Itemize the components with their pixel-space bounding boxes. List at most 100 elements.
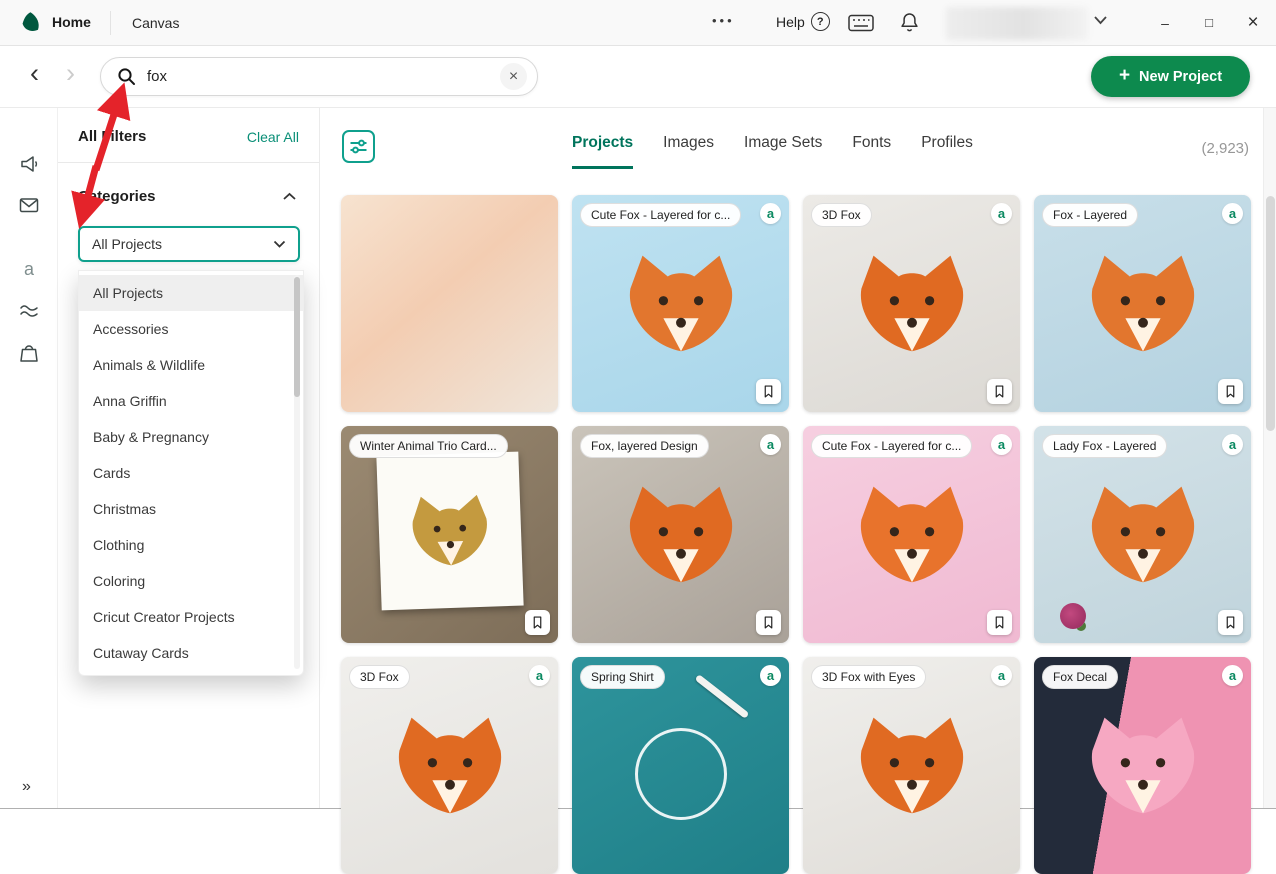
bookmark-button[interactable]: [1218, 610, 1243, 635]
maximize-button[interactable]: □: [1187, 0, 1231, 45]
fox-graphic: [846, 711, 978, 821]
more-menu-icon[interactable]: •••: [712, 13, 735, 28]
dropdown-option[interactable]: Christmas: [79, 491, 303, 527]
fox-graphic: [615, 249, 747, 359]
card-title-chip: 3D Fox: [349, 665, 410, 689]
canvas-tab[interactable]: Canvas: [132, 15, 179, 31]
cricut-access-badge: a: [1222, 665, 1243, 686]
bookmark-icon: [762, 384, 775, 399]
tab-images[interactable]: Images: [663, 134, 714, 169]
card-title-chip: Cute Fox - Layered for c...: [811, 434, 972, 458]
keyboard-icon[interactable]: [848, 14, 874, 32]
cricut-access-badge: a: [760, 665, 781, 686]
fox-graphic: [401, 489, 500, 572]
project-card[interactable]: Fox, layered Designa: [572, 426, 789, 643]
tab-image-sets[interactable]: Image Sets: [744, 134, 822, 169]
card-thumbnail: [341, 657, 558, 874]
dropdown-option[interactable]: Cards: [79, 455, 303, 491]
dropdown-option[interactable]: All Projects: [79, 275, 303, 311]
new-project-button[interactable]: + New Project: [1091, 56, 1250, 97]
dropdown-scrollbar-thumb[interactable]: [294, 277, 300, 397]
card-thumbnail: [803, 426, 1020, 643]
help-menu[interactable]: Help ?: [776, 12, 830, 31]
home-tab[interactable]: Home: [52, 14, 91, 30]
project-card[interactable]: Lady Fox - Layereda: [1034, 426, 1251, 643]
cricut-access-badge: a: [760, 203, 781, 224]
project-card[interactable]: Cute Fox - Layered for c...a: [803, 426, 1020, 643]
expand-rail-icon[interactable]: »: [22, 778, 31, 796]
page-scrollbar[interactable]: [1263, 108, 1276, 808]
bookmark-icon: [993, 615, 1006, 630]
close-button[interactable]: ×: [1231, 0, 1275, 45]
tab-profiles[interactable]: Profiles: [921, 134, 973, 169]
project-card[interactable]: 3D Foxa: [341, 657, 558, 874]
back-button[interactable]: ‹: [30, 58, 39, 89]
dropdown-option[interactable]: Anna Griffin: [79, 383, 303, 419]
bookmark-icon: [762, 615, 775, 630]
project-card[interactable]: 3D Fox with Eyesa: [803, 657, 1020, 874]
dropdown-option[interactable]: Accessories: [79, 311, 303, 347]
chevron-down-icon[interactable]: [1093, 15, 1108, 25]
card-title-chip: Cute Fox - Layered for c...: [580, 203, 741, 227]
chevron-up-icon[interactable]: [282, 192, 297, 201]
page-scrollbar-thumb[interactable]: [1266, 196, 1275, 431]
dropdown-option[interactable]: Animals & Wildlife: [79, 347, 303, 383]
user-account-name-blurred[interactable]: [946, 7, 1088, 40]
svg-text:a: a: [24, 259, 35, 279]
bookmark-button[interactable]: [756, 610, 781, 635]
dropdown-option[interactable]: Cutaway Cards: [79, 635, 303, 671]
card-title-chip: Winter Animal Trio Card...: [349, 434, 508, 458]
card-title-chip: Fox, layered Design: [580, 434, 709, 458]
project-card[interactable]: Fox - Layereda: [1034, 195, 1251, 412]
card-thumbnail: [1034, 195, 1251, 412]
category-dropdown[interactable]: All Projects: [78, 226, 300, 262]
card-title-chip: Spring Shirt: [580, 665, 665, 689]
bookmark-button[interactable]: [756, 379, 781, 404]
bookmark-button[interactable]: [1218, 379, 1243, 404]
bookmark-icon: [531, 615, 544, 630]
project-card[interactable]: [341, 195, 558, 412]
card-title-chip: Lady Fox - Layered: [1042, 434, 1167, 458]
dropdown-option[interactable]: Coloring: [79, 563, 303, 599]
project-card[interactable]: Fox Decala: [1034, 657, 1251, 874]
pen-graphic: [695, 674, 750, 719]
filters-panel: All Filters Clear All Categories All Pro…: [58, 108, 320, 808]
cricut-logo-icon: [18, 10, 43, 35]
clear-search-icon[interactable]: ×: [500, 63, 527, 90]
tab-fonts[interactable]: Fonts: [852, 134, 891, 169]
result-tabs: Projects Images Image Sets Fonts Profiles: [572, 134, 973, 169]
project-card[interactable]: Winter Animal Trio Card...: [341, 426, 558, 643]
bell-icon[interactable]: [898, 11, 921, 35]
bookmark-icon: [993, 384, 1006, 399]
cricut-access-badge: a: [991, 665, 1012, 686]
fox-graphic: [384, 711, 516, 821]
filters-title: All Filters: [78, 128, 146, 145]
activity-waves-icon[interactable]: [18, 299, 40, 321]
dropdown-option[interactable]: Cricut Creator Projects: [79, 599, 303, 635]
fox-graphic: [1077, 711, 1209, 821]
divider: [58, 162, 319, 163]
search-input[interactable]: [147, 68, 500, 85]
project-card[interactable]: Spring Shirt a: [572, 657, 789, 874]
bookmark-button[interactable]: [987, 379, 1012, 404]
dropdown-option[interactable]: Clothing: [79, 527, 303, 563]
minimize-button[interactable]: –: [1143, 0, 1187, 45]
results-area: ProjectsImagesImage SetsFontsProfiles (2…: [320, 108, 1263, 808]
tab-projects[interactable]: Projects: [572, 134, 633, 169]
bookmark-button[interactable]: [525, 610, 550, 635]
clear-all-link[interactable]: Clear All: [247, 129, 299, 145]
inbox-icon[interactable]: [18, 194, 40, 216]
bookmark-button[interactable]: [987, 610, 1012, 635]
project-card[interactable]: Cute Fox - Layered for c... a: [572, 195, 789, 412]
dropdown-option[interactable]: Baby & Pregnancy: [79, 419, 303, 455]
fox-graphic: [846, 249, 978, 359]
rose-graphic: [1060, 603, 1086, 629]
shopping-bag-icon[interactable]: [18, 342, 40, 364]
category-dropdown-value: All Projects: [92, 236, 273, 252]
search-box[interactable]: ×: [100, 57, 538, 96]
promo-icon[interactable]: [18, 153, 40, 175]
cricut-access-icon[interactable]: a: [18, 258, 40, 280]
card-thumbnail: [572, 426, 789, 643]
project-card[interactable]: 3D Foxa: [803, 195, 1020, 412]
filter-toggle-button[interactable]: [342, 130, 375, 163]
